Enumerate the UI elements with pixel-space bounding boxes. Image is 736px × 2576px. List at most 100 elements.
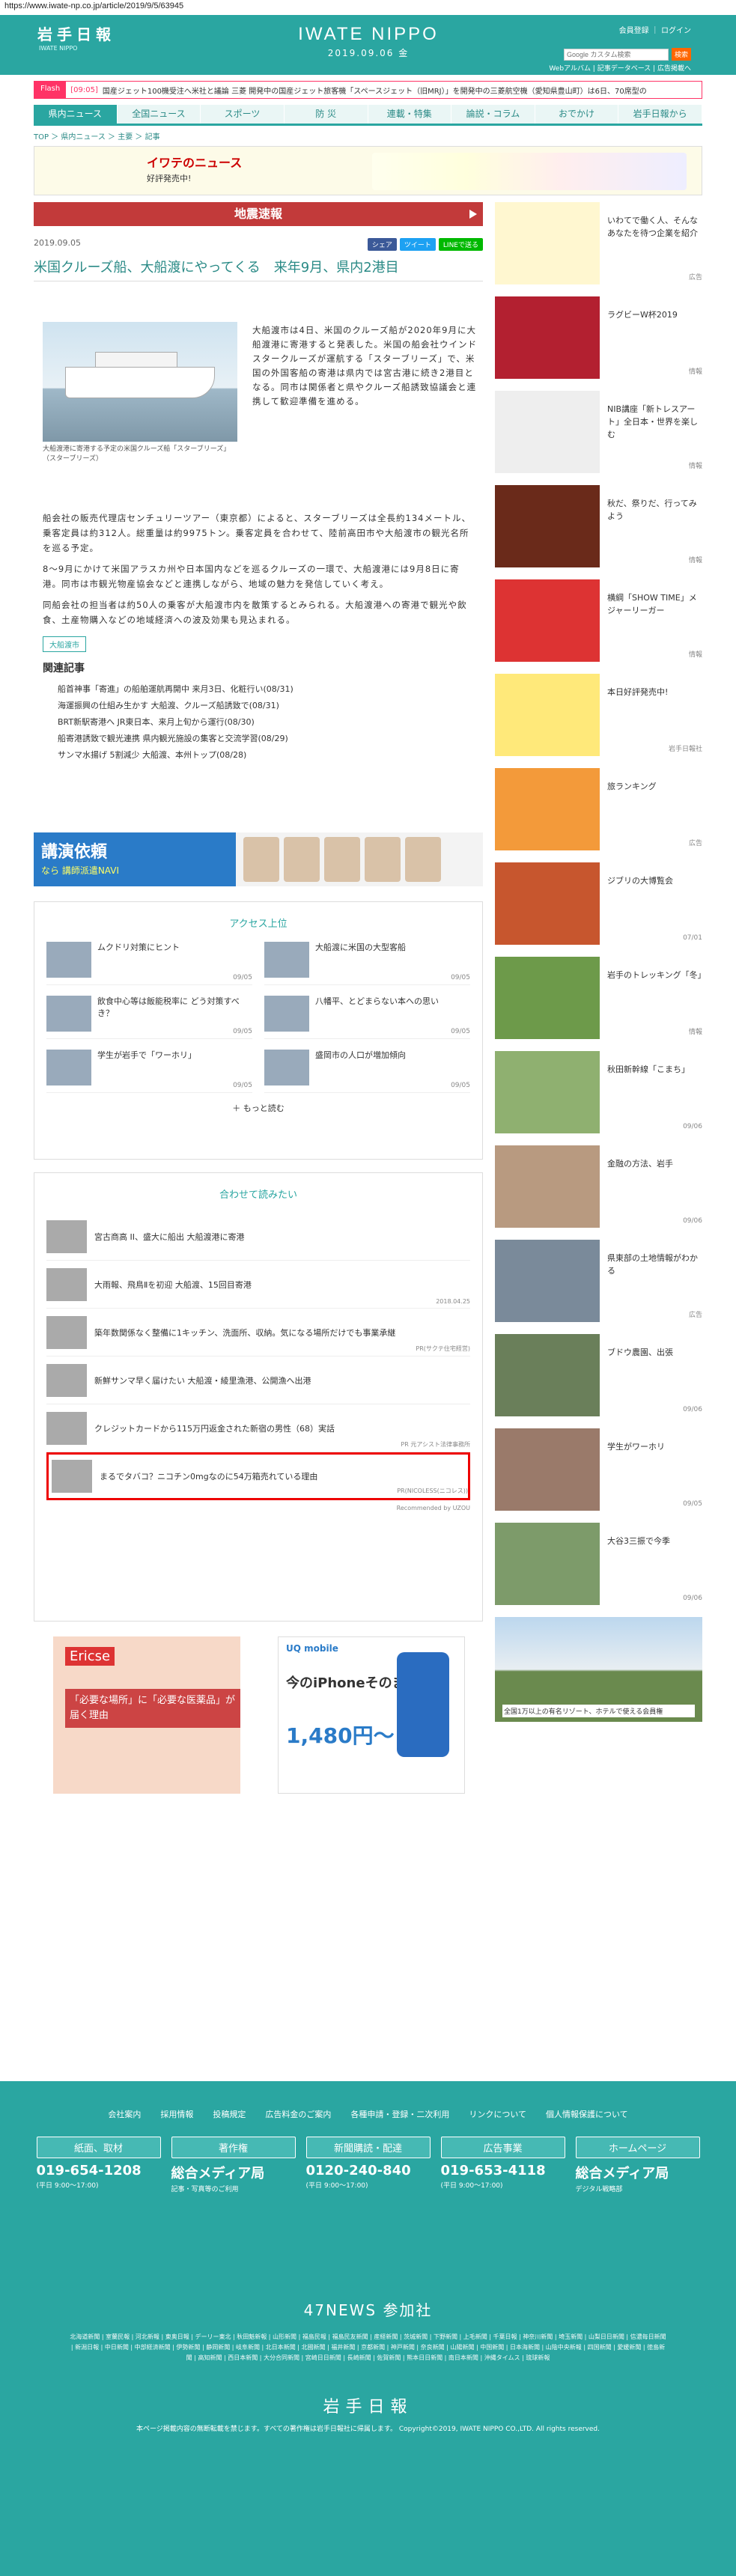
- side-item[interactable]: 岩手のトレッキング「冬」 情報: [495, 957, 706, 1039]
- search-input[interactable]: [563, 48, 669, 61]
- twitter-share-button[interactable]: ツイート: [399, 238, 436, 251]
- nav-item[interactable]: 全国ニュース: [117, 105, 201, 124]
- earthquake-alert[interactable]: 地震速報: [34, 202, 483, 226]
- nav-item[interactable]: 岩手日報から: [618, 105, 702, 124]
- related-item[interactable]: 船寄港誘致で観光連携 県内観光施設の集客と交流学習(08/29): [58, 731, 294, 747]
- side-item[interactable]: ブドウ農園、出張 09/06: [495, 1334, 702, 1416]
- ranking-item[interactable]: 盛岡市の人口が増加傾向 09/05: [264, 1050, 470, 1093]
- side-item[interactable]: 秋田新幹線「こまち」 09/06: [495, 1051, 702, 1133]
- rec-source: PR 元アシスト法律事務所: [401, 1441, 470, 1448]
- side-label: 09/06: [683, 1406, 702, 1413]
- flash-news[interactable]: Flash [09:05] 国産ジェット100機受注へ米社と議論 三菱 開発中の…: [34, 81, 702, 99]
- related-item[interactable]: サンマ水揚げ 5割減少 大船渡、本州トップ(08/28): [58, 747, 294, 764]
- article-meta: 2019.09.05 シェア ツイート LINEで送る: [34, 238, 483, 251]
- col-number[interactable]: 総合メディア局: [171, 2163, 296, 2182]
- ranking-item[interactable]: 学生が岩手で「ワーホリ」 09/05: [46, 1050, 252, 1093]
- footer-link[interactable]: 会社案内: [108, 2108, 141, 2120]
- search-button[interactable]: 検索: [671, 48, 691, 61]
- breadcrumb[interactable]: TOP ＞ 県内ニュース ＞ 主要 ＞ 記事: [34, 130, 702, 141]
- col-number[interactable]: 0120-240-840: [306, 2163, 431, 2178]
- thumbnail: [495, 296, 600, 379]
- footer-link[interactable]: 広告料金のご案内: [265, 2108, 331, 2120]
- rec-item[interactable]: 新鮮サンマ早く届けたい 大船渡・綾里漁港、公開漁へ出港: [46, 1356, 470, 1404]
- side-item[interactable]: 本日好評発売中! 岩手日報社: [495, 674, 702, 756]
- rec-item-highlighted[interactable]: まるでタバコ？ニコチン0mgなのに54万箱売れている理由 PR(NICOLESS(…: [46, 1452, 470, 1500]
- thumbnail: [495, 391, 600, 473]
- thumbnail: [52, 1460, 92, 1493]
- ranking-date: 09/05: [451, 1082, 470, 1089]
- article-tag[interactable]: 大船渡市: [43, 636, 86, 652]
- footer-link[interactable]: 各種申請・登録・二次利用: [350, 2108, 449, 2120]
- related-item[interactable]: BRT新駅寄港へ JR東日本、来月上旬から運行(08/30): [58, 714, 294, 731]
- footer-link[interactable]: 個人情報保護について: [546, 2108, 628, 2120]
- nav-item[interactable]: 県内ニュース: [34, 105, 118, 124]
- ranking-item[interactable]: 八幡平、とどまらない本への思い 09/05: [264, 996, 470, 1039]
- ship-upper: [95, 352, 177, 368]
- article-photo[interactable]: [43, 322, 237, 442]
- side-item[interactable]: 大谷3三振で今季 09/06: [495, 1523, 702, 1605]
- rec-item[interactable]: 宮古商高 II、盛大に船出 大船渡港に寄港: [46, 1213, 470, 1261]
- footer-link[interactable]: 投稿規定: [213, 2108, 246, 2120]
- sub-links[interactable]: Webアルバム | 記事データベース | 広告掲載へ: [549, 63, 691, 73]
- promo-illustration: [372, 153, 687, 190]
- ranking-item[interactable]: 大船渡に米国の大型客船 09/05: [264, 942, 470, 985]
- nav-item[interactable]: 論説・コラム: [451, 105, 535, 124]
- copyright: 本ページ掲載内容の無断転載を禁じます。すべての著作権は岩手日報社に帰属します。 …: [136, 2426, 600, 2433]
- ad-price: 1,480円～: [286, 1723, 395, 1748]
- col-sub: 記事・写真等のご利用: [171, 2186, 239, 2193]
- ad-ericse[interactable]: Ericse 「必要な場所」に「必要な医薬品」が届く理由: [53, 1636, 240, 1794]
- side-title: 秋田新幹線「こまち」: [607, 1065, 690, 1074]
- side-item[interactable]: 横綱「SHOW TIME」メジャーリーガー 情報: [495, 579, 702, 662]
- side-item[interactable]: ラグビーW杯2019 情報: [495, 296, 702, 379]
- face-photo: [324, 837, 360, 882]
- side-item[interactable]: 旅ランキング 広告: [495, 768, 702, 850]
- side-item[interactable]: いわてで働く人、そんなあなたを待つ企業を紹介 広告: [495, 202, 702, 284]
- site-header: 岩手日報 IWATE NIPPO IWATE NIPPO 2019.09.06 …: [0, 15, 736, 75]
- nav-item[interactable]: 防 災: [284, 105, 368, 124]
- side-title: ブドウ農園、出張: [607, 1348, 673, 1357]
- side-label: 情報: [688, 1029, 702, 1036]
- nav-item[interactable]: 連載・特集: [368, 105, 452, 124]
- promo-banner[interactable]: イワテのニュース 好評発売中!: [34, 146, 702, 195]
- related-item[interactable]: 船首神事「寄進」の船舶運航再開中 来月3日、化粧行い(08/31): [58, 681, 294, 698]
- side-item[interactable]: 学生がワーホリ 09/05: [495, 1428, 702, 1511]
- banner-title: 講演依頼: [41, 843, 108, 862]
- side-item[interactable]: 金融の方法、岩手 09/06: [495, 1145, 702, 1228]
- rec-title: クレジットカードから115万円返金された新宿の男性（68）実話: [94, 1423, 335, 1434]
- powered-by[interactable]: Recommended by UZOU: [46, 1505, 470, 1511]
- lecture-banner-ad[interactable]: 講演依頼 なら 講師派遣NAVI: [34, 832, 483, 886]
- facebook-share-button[interactable]: シェア: [367, 238, 397, 251]
- ranking-item[interactable]: 飲食中心等は飯能税率に どう対策すべき？ 09/05: [46, 996, 252, 1039]
- side-resort-ad[interactable]: 全国1万以上の有名リゾート、ホテルで使える会員権: [495, 1617, 702, 1722]
- col-sub: (平日 9:00～17:00): [305, 2182, 368, 2190]
- side-item[interactable]: 県東部の土地情報がわかる 広告: [495, 1240, 702, 1322]
- rec-item[interactable]: 築年数関係なく整備に1キッチン、洗面所、収納。気になる場所だけでも事業承継 PR(…: [46, 1309, 470, 1356]
- side-item[interactable]: ジブリの大博覧会 07/01: [495, 862, 702, 945]
- ranking-item[interactable]: ムクドリ対策にヒント 09/05: [46, 942, 252, 985]
- col-heading: 広告事業: [440, 2137, 565, 2158]
- rec-item[interactable]: クレジットカードから115万円返金された新宿の男性（68）実話 PR 元アシスト法…: [46, 1404, 470, 1452]
- contact-col: 広告事業 019-653-4118 (平日 9:00～17:00): [440, 2137, 565, 2193]
- ad-uq-mobile[interactable]: UQ mobile 今のiPhoneそのままで 1,480円～: [278, 1636, 465, 1794]
- col-number[interactable]: 総合メディア局: [576, 2163, 700, 2182]
- nav-item[interactable]: スポーツ: [201, 105, 285, 124]
- side-item[interactable]: 秋だ、祭りだ、行ってみよう 情報: [495, 485, 702, 567]
- partner-list[interactable]: 北海道新聞 | 室蘭民報 | 河北新報 | 東奥日報 | デーリー東北 | 秋田…: [69, 2332, 668, 2363]
- thumbnail: [495, 485, 600, 567]
- thumbnail: [46, 996, 91, 1032]
- more-button[interactable]: ＋ もっと読む: [34, 1102, 482, 1114]
- site-logo[interactable]: 岩手日報: [37, 22, 115, 44]
- flash-time: [09:05]: [70, 85, 98, 94]
- member-link[interactable]: 会員登録: [619, 27, 649, 35]
- nav-item[interactable]: おでかけ: [535, 105, 619, 124]
- footer-link[interactable]: リンクについて: [469, 2108, 526, 2120]
- rec-item[interactable]: 大雨報、飛鳥Ⅱを初迎 大船渡、15回目寄港 2018.04.25: [46, 1261, 470, 1309]
- login-link[interactable]: ログイン: [661, 27, 691, 35]
- line-share-button[interactable]: LINEで送る: [438, 238, 483, 251]
- rec-source: PR(サクテ住宅経営): [416, 1345, 470, 1352]
- col-number[interactable]: 019-654-1208: [37, 2163, 161, 2178]
- footer-link[interactable]: 採用情報: [160, 2108, 193, 2120]
- related-item[interactable]: 海運振興の仕組み生かす 大船渡、クルーズ船誘致で(08/31): [58, 698, 294, 714]
- side-item[interactable]: NIB講座「新トレスアート」全日本・世界を楽しむ 情報: [495, 391, 702, 473]
- col-number[interactable]: 019-653-4118: [441, 2163, 565, 2178]
